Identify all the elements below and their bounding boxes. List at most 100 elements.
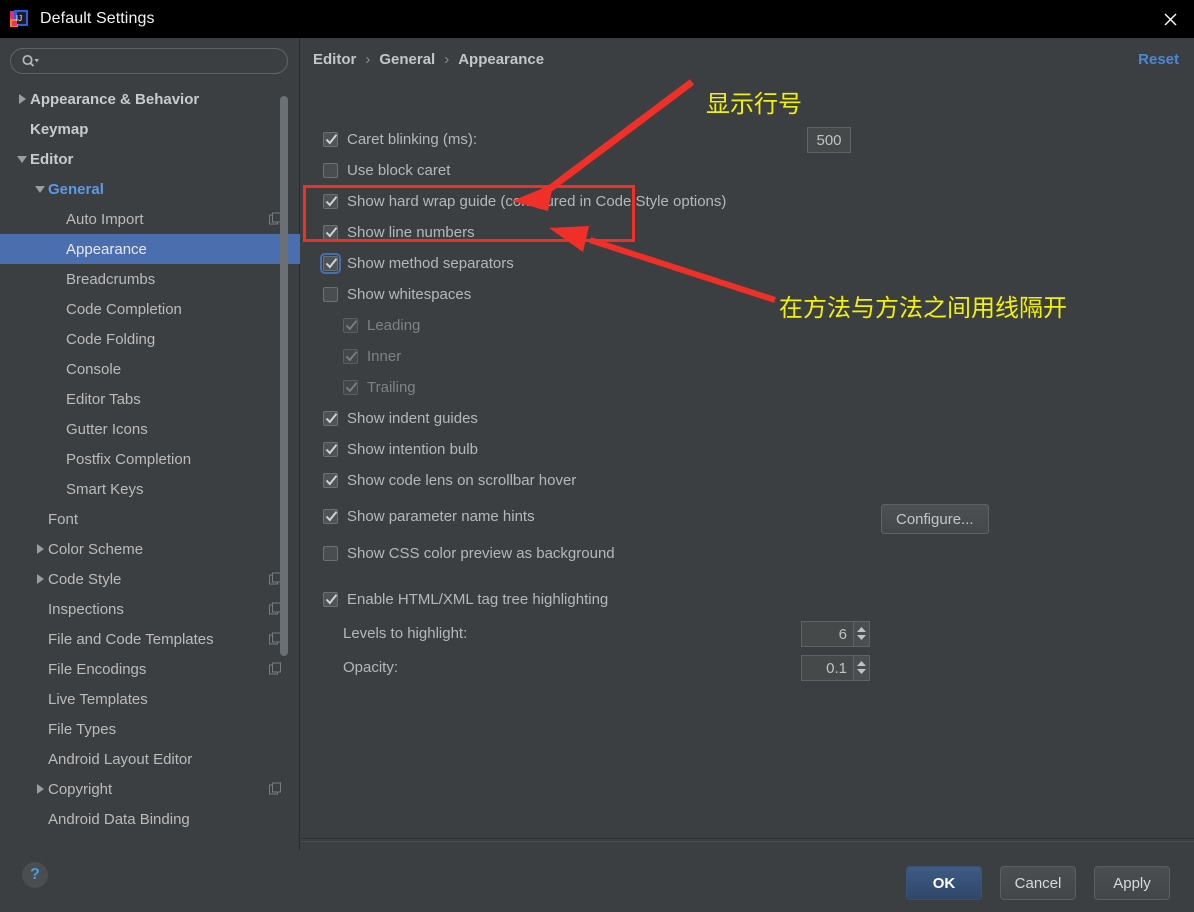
sidebar-item-label: File and Code Templates — [48, 630, 214, 648]
chevron-down-icon[interactable] — [32, 181, 48, 197]
chevron-right-icon[interactable] — [32, 541, 48, 557]
checkbox-show-parameter-name-hints[interactable] — [323, 509, 338, 524]
configure-button[interactable]: Configure... — [881, 504, 989, 534]
caret-blinking-input[interactable]: 500 — [807, 127, 851, 153]
sidebar-scrollbar-thumb[interactable] — [280, 96, 288, 656]
sidebar-item-editor-tabs[interactable]: Editor Tabs — [0, 384, 300, 414]
copy-settings-icon[interactable] — [269, 782, 282, 796]
option-row[interactable]: Trailing — [343, 379, 416, 396]
apply-button[interactable]: Apply — [1094, 866, 1170, 900]
checkbox-show-css-color-preview-as-background[interactable] — [323, 546, 338, 561]
sidebar-item-color-scheme[interactable]: Color Scheme — [0, 534, 300, 564]
ok-button[interactable]: OK — [906, 866, 982, 900]
sidebar-item-editor[interactable]: Editor — [0, 144, 300, 174]
sidebar-item-inspections[interactable]: Inspections — [0, 594, 300, 624]
option-row[interactable]: Show method separators — [320, 253, 514, 274]
option-row[interactable]: Show hard wrap guide (configured in Code… — [323, 193, 726, 210]
option-row[interactable]: Inner — [343, 348, 401, 365]
breadcrumb-item[interactable]: General — [379, 51, 435, 68]
sidebar-item-code-completion[interactable]: Code Completion — [0, 294, 300, 324]
sidebar-item-gutter-icons[interactable]: Gutter Icons — [0, 414, 300, 444]
search-input[interactable] — [45, 51, 270, 71]
option-row[interactable]: Caret blinking (ms): — [323, 131, 477, 148]
spinner-arrows-icon[interactable] — [853, 621, 870, 647]
sidebar-item-live-templates[interactable]: Live Templates — [0, 684, 300, 714]
sidebar-item-smart-keys[interactable]: Smart Keys — [0, 474, 300, 504]
sidebar-item-font[interactable]: Font — [0, 504, 300, 534]
sidebar-item-code-folding[interactable]: Code Folding — [0, 324, 300, 354]
option-row[interactable]: Show CSS color preview as background — [323, 545, 615, 562]
sidebar-item-label: Code Style — [48, 570, 122, 588]
sidebar-item-label: Android Layout Editor — [48, 750, 193, 768]
checkbox-show-line-numbers[interactable] — [323, 225, 338, 240]
sidebar-item-file-and-code-templates[interactable]: File and Code Templates — [0, 624, 300, 654]
opacity-value[interactable]: 0.1 — [801, 655, 853, 681]
sidebar-item-android-layout-editor[interactable]: Android Layout Editor — [0, 744, 300, 774]
sidebar-item-keymap[interactable]: Keymap — [0, 114, 300, 144]
breadcrumb-item[interactable]: Editor — [313, 51, 356, 68]
sidebar-item-appearance[interactable]: Appearance — [0, 234, 300, 264]
sidebar-item-label: Editor — [30, 150, 74, 168]
sidebar-item-label: Code Completion — [66, 300, 182, 318]
breadcrumb-separator: › — [365, 51, 371, 68]
sidebar-item-label: Breadcrumbs — [66, 270, 156, 288]
sidebar-item-label: Gutter Icons — [66, 420, 148, 438]
chevron-right-icon[interactable] — [14, 91, 30, 107]
option-row[interactable]: Enable HTML/XML tag tree highlighting — [323, 591, 608, 608]
checkbox-caret-blinking-ms[interactable] — [323, 132, 338, 147]
sidebar-item-breadcrumbs[interactable]: Breadcrumbs — [0, 264, 300, 294]
checkbox-enable-html-xml-tag-tree-highlighting[interactable] — [323, 592, 338, 607]
option-row[interactable]: Show whitespaces — [323, 286, 471, 303]
sidebar-item-file-types[interactable]: File Types — [0, 714, 300, 744]
option-row[interactable]: Show indent guides — [323, 410, 478, 427]
spinner-arrows-icon[interactable] — [853, 655, 870, 681]
sidebar-item-android-data-binding[interactable]: Android Data Binding — [0, 804, 300, 834]
sidebar-item-file-encodings[interactable]: File Encodings — [0, 654, 300, 684]
option-label: Enable HTML/XML tag tree highlighting — [347, 591, 609, 608]
option-row[interactable]: Show parameter name hints — [323, 508, 535, 525]
reset-link[interactable]: Reset — [1138, 51, 1179, 68]
sidebar-scrollbar-track[interactable] — [280, 84, 294, 850]
copy-settings-icon[interactable] — [269, 662, 282, 676]
sidebar-item-console[interactable]: Console — [0, 354, 300, 384]
breadcrumb-item[interactable]: Appearance — [458, 51, 544, 68]
checkbox-show-hard-wrap-guide-configured-in-code-style-options[interactable] — [323, 194, 338, 209]
sidebar-item-label: Copyright — [48, 780, 113, 798]
checkbox-show-whitespaces[interactable] — [323, 287, 338, 302]
sidebar-item-general[interactable]: General — [0, 174, 300, 204]
option-label: Inner — [367, 348, 402, 365]
checkbox-use-block-caret[interactable] — [323, 163, 338, 178]
checkbox-show-code-lens-on-scrollbar-hover[interactable] — [323, 473, 338, 488]
checkbox-show-method-separators[interactable] — [320, 253, 341, 274]
sidebar-item-appearance-behavior[interactable]: Appearance & Behavior — [0, 84, 300, 114]
checkbox-show-indent-guides[interactable] — [323, 411, 338, 426]
sidebar-item-auto-import[interactable]: Auto Import — [0, 204, 300, 234]
help-button[interactable]: ? — [22, 862, 48, 888]
search-box[interactable] — [10, 48, 288, 74]
chevron-right-icon[interactable] — [32, 571, 48, 587]
opacity-spinner[interactable]: 0.1 — [801, 655, 870, 681]
chevron-down-icon[interactable] — [14, 151, 30, 167]
option-row[interactable]: Leading — [343, 317, 420, 334]
option-row[interactable]: Show line numbers — [323, 224, 475, 241]
close-icon[interactable] — [1146, 0, 1194, 38]
sidebar-item-copyright[interactable]: Copyright — [0, 774, 300, 804]
levels-to-highlight-value[interactable]: 6 — [801, 621, 853, 647]
option-row[interactable]: Show intention bulb — [323, 441, 478, 458]
sidebar-item-postfix-completion[interactable]: Postfix Completion — [0, 444, 300, 474]
option-row[interactable]: Show code lens on scrollbar hover — [323, 472, 576, 489]
checkbox-show-intention-bulb[interactable] — [323, 442, 338, 457]
option-row[interactable]: Use block caret — [323, 162, 450, 179]
sidebar-item-label: Font — [48, 510, 79, 528]
levels-to-highlight-spinner[interactable]: 6 — [801, 621, 870, 647]
cancel-button[interactable]: Cancel — [1000, 866, 1076, 900]
chevron-right-icon[interactable] — [32, 781, 48, 797]
sidebar-item-code-style[interactable]: Code Style — [0, 564, 300, 594]
opacity-label: Opacity: — [343, 659, 399, 676]
